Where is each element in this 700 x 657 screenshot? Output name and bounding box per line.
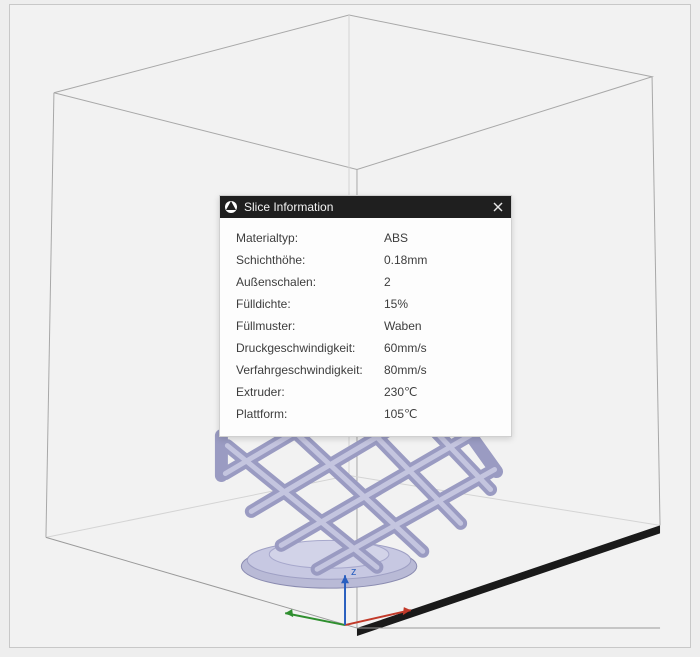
info-value: 60mm/s (384, 342, 495, 354)
info-label: Extruder: (236, 386, 384, 398)
info-row: Plattform:105℃ (236, 408, 495, 420)
info-row: Extruder:230℃ (236, 386, 495, 398)
info-row: Füllmuster:Waben (236, 320, 495, 332)
info-label: Plattform: (236, 408, 384, 420)
info-label: Schichthöhe: (236, 254, 384, 266)
info-row: Schichthöhe:0.18mm (236, 254, 495, 266)
floor-shadow (357, 525, 660, 636)
info-label: Druckgeschwindigkeit: (236, 342, 384, 354)
info-value: 15% (384, 298, 495, 310)
info-label: Außenschalen: (236, 276, 384, 288)
info-row: Druckgeschwindigkeit:60mm/s (236, 342, 495, 354)
info-value: 2 (384, 276, 495, 288)
axis-z-label: z (351, 566, 356, 578)
info-label: Füllmuster: (236, 320, 384, 332)
info-row: Materialtyp:ABS (236, 232, 495, 244)
info-value: 80mm/s (384, 364, 495, 376)
info-row: Verfahrgeschwindigkeit:80mm/s (236, 364, 495, 376)
info-row: Fülldichte:15% (236, 298, 495, 310)
close-icon[interactable] (491, 200, 505, 214)
info-label: Fülldichte: (236, 298, 384, 310)
info-value: 0.18mm (384, 254, 495, 266)
viewport-3d[interactable]: z Slice Information Materialtyp:ABS S (9, 4, 691, 648)
info-value: 105℃ (384, 408, 495, 420)
panel-title-text: Slice Information (244, 196, 491, 218)
info-row: Außenschalen:2 (236, 276, 495, 288)
info-label: Verfahrgeschwindigkeit: (236, 364, 384, 376)
app-icon (224, 200, 238, 214)
info-label: Materialtyp: (236, 232, 384, 244)
info-value: ABS (384, 232, 495, 244)
info-value: Waben (384, 320, 495, 332)
panel-titlebar[interactable]: Slice Information (220, 196, 511, 218)
panel-body: Materialtyp:ABS Schichthöhe:0.18mm Außen… (220, 218, 511, 436)
slice-info-panel[interactable]: Slice Information Materialtyp:ABS Schich… (219, 195, 512, 437)
info-value: 230℃ (384, 386, 495, 398)
